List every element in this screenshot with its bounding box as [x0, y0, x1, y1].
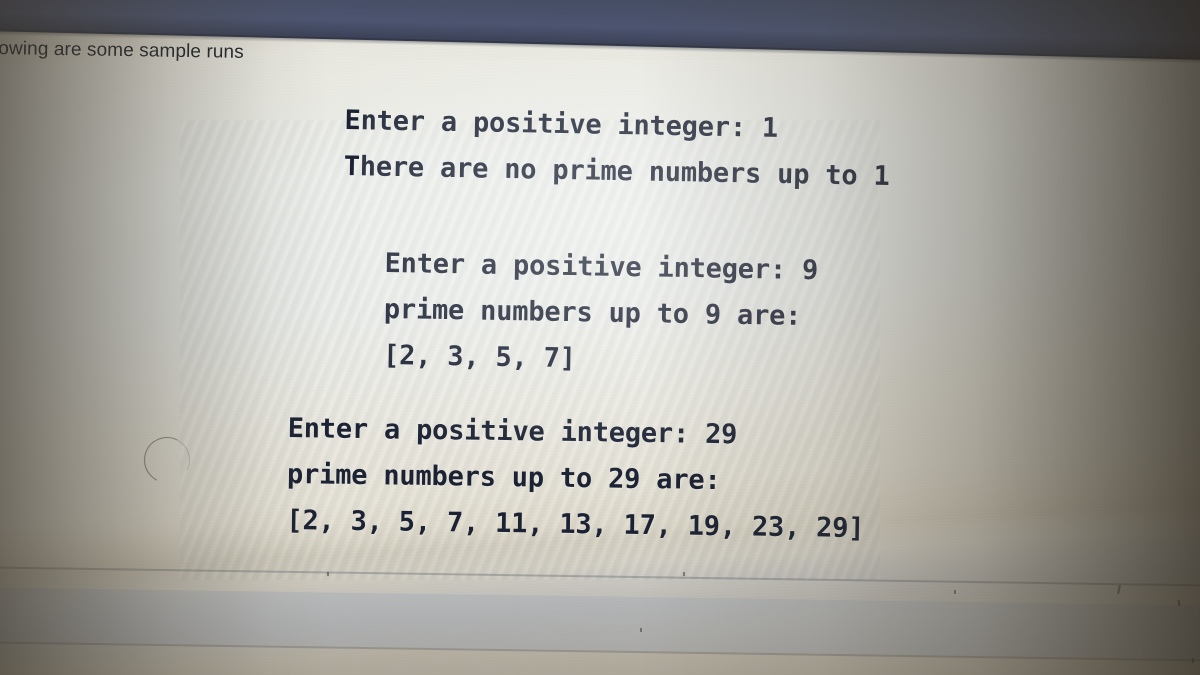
- sample-run-block-3: Enter a positive integer: 29 prime numbe…: [286, 406, 866, 552]
- photographed-screen: lowing are some sample runs Enter a posi…: [0, 0, 1200, 675]
- console-line-prompt: Enter a positive integer: 9: [384, 247, 819, 287]
- console-line-list: [2, 3, 5, 7]: [382, 339, 577, 375]
- console-line-prompt: Enter a positive integer: 29: [287, 412, 738, 451]
- sample-run-block-2: Enter a positive integer: 9 prime number…: [383, 241, 819, 386]
- console-line-prompt: Enter a positive integer: 1: [344, 104, 779, 144]
- console-line-result: There are no prime numbers up to 1: [343, 150, 890, 192]
- console-line-list: [2, 3, 5, 7, 11, 13, 17, 19, 23, 29]: [286, 504, 865, 545]
- console-line-result: prime numbers up to 9 are:: [383, 293, 802, 332]
- console-line-result: prime numbers up to 29 are:: [286, 458, 721, 497]
- sample-run-block-1: Enter a positive integer: 1 There are no…: [343, 98, 890, 200]
